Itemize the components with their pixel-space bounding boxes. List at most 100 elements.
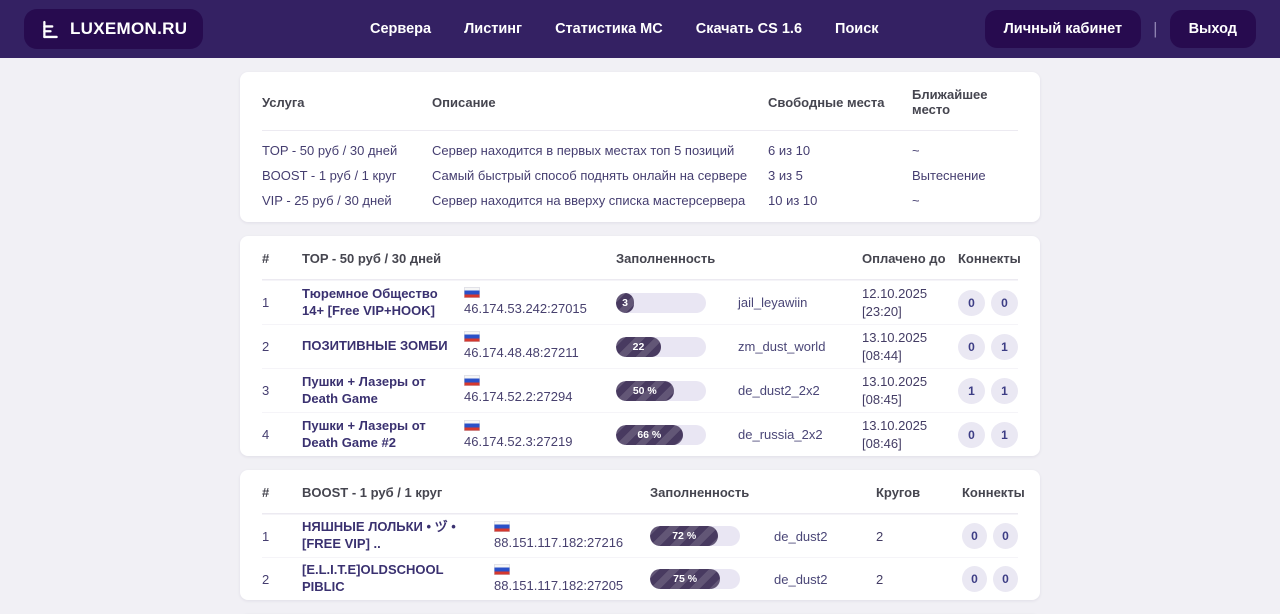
logo[interactable]: LUXEMON.RU bbox=[24, 9, 203, 49]
paid-date: 13.10.2025 bbox=[862, 373, 958, 391]
service-name: BOOST - 1 руб / 1 круг bbox=[262, 168, 432, 183]
server-address: 46.174.52.3:27219 bbox=[464, 420, 616, 451]
server-ip: 46.174.53.242:27015 bbox=[464, 300, 616, 318]
fill-cell: 72 % bbox=[650, 526, 774, 546]
connects-badge: 1 bbox=[958, 378, 985, 404]
connects-badge: 1 bbox=[991, 334, 1018, 360]
service-row-top: TOP - 50 руб / 30 дней Сервер находится … bbox=[262, 138, 1018, 163]
paid-until: 13.10.2025 [08:44] bbox=[862, 329, 958, 364]
current-map: de_dust2 bbox=[774, 572, 876, 587]
logo-icon bbox=[40, 19, 61, 40]
server-address: 88.151.117.182:27216 bbox=[494, 521, 650, 552]
fill-label: 3 bbox=[622, 297, 628, 309]
account-button[interactable]: Личный кабинет bbox=[985, 10, 1142, 48]
col-rounds: Кругов bbox=[876, 485, 962, 500]
topbar-right: Личный кабинет | Выход bbox=[985, 10, 1256, 48]
connects-badge: 0 bbox=[962, 566, 987, 592]
service-row-vip: VIP - 25 руб / 30 дней Сервер находится … bbox=[262, 188, 1018, 213]
server-ip: 46.174.48.48:27211 bbox=[464, 344, 616, 362]
nav-item-servers[interactable]: Сервера bbox=[370, 21, 431, 37]
main-nav: Сервера Листинг Статистика МС Скачать CS… bbox=[370, 0, 879, 58]
russia-flag-icon bbox=[464, 331, 480, 342]
col-free-slots: Свободные места bbox=[768, 95, 912, 110]
rounds-count: 2 bbox=[876, 572, 962, 587]
nav-item-listing[interactable]: Листинг bbox=[464, 21, 522, 37]
service-free-slots: 3 из 5 bbox=[768, 168, 912, 183]
connects-counters: 0 0 bbox=[962, 523, 1018, 549]
fill-cell: 75 % bbox=[650, 569, 774, 589]
rounds-count: 2 bbox=[876, 529, 962, 544]
server-name[interactable]: Тюремное Общество 14+ [Free VIP+HOOK] bbox=[302, 286, 464, 320]
server-name[interactable]: Пушки + Лазеры от Death Game bbox=[302, 374, 464, 408]
row-number: 4 bbox=[262, 427, 302, 442]
server-name[interactable]: ПОЗИТИВНЫЕ ЗОМБИ bbox=[302, 338, 464, 355]
connects-counters: 0 0 bbox=[958, 290, 1018, 316]
server-name[interactable]: НЯШНЫЕ ЛОЛЬКИ • ヅ • [FREE VIP] .. bbox=[302, 519, 494, 553]
col-top-title: TOP - 50 руб / 30 дней bbox=[302, 251, 464, 266]
connects-counters: 0 0 bbox=[962, 566, 1018, 592]
russia-flag-icon bbox=[464, 375, 480, 386]
paid-date: 12.10.2025 bbox=[862, 285, 958, 303]
fill-progress-bar: 72 % bbox=[650, 526, 740, 546]
service-free-slots: 10 из 10 bbox=[768, 193, 912, 208]
row-number: 1 bbox=[262, 529, 302, 544]
service-row-boost: BOOST - 1 руб / 1 круг Самый быстрый спо… bbox=[262, 163, 1018, 188]
server-address: 88.151.117.182:27205 bbox=[494, 564, 650, 595]
connects-counters: 0 1 bbox=[958, 334, 1018, 360]
header-divider: | bbox=[1153, 19, 1157, 39]
fill-progress-value: 3 bbox=[616, 293, 634, 313]
fill-progress-value: 50 % bbox=[616, 381, 674, 401]
russia-flag-icon bbox=[494, 521, 510, 532]
nav-item-download-cs[interactable]: Скачать CS 1.6 bbox=[696, 21, 802, 37]
boost-servers-card: # BOOST - 1 руб / 1 круг Заполненность К… bbox=[240, 470, 1040, 600]
fill-cell: 3 bbox=[616, 293, 738, 313]
connects-badge: 0 bbox=[991, 290, 1018, 316]
main-content: Услуга Описание Свободные места Ближайше… bbox=[240, 72, 1040, 614]
service-nearest-slot: Вытеснение bbox=[912, 168, 1018, 183]
boost-table-header: # BOOST - 1 руб / 1 круг Заполненность К… bbox=[262, 470, 1018, 514]
services-pricing-card: Услуга Описание Свободные места Ближайше… bbox=[240, 72, 1040, 222]
boost-server-row: 1 НЯШНЫЕ ЛОЛЬКИ • ヅ • [FREE VIP] .. 88.1… bbox=[262, 514, 1018, 557]
fill-label: 66 % bbox=[637, 429, 661, 441]
russia-flag-icon bbox=[494, 564, 510, 575]
service-name: TOP - 50 руб / 30 дней bbox=[262, 143, 432, 158]
fill-label: 72 % bbox=[672, 530, 696, 542]
col-nearest-slot: Ближайшее место bbox=[912, 87, 1018, 117]
fill-cell: 66 % bbox=[616, 425, 738, 445]
server-name[interactable]: Пушки + Лазеры от Death Game #2 bbox=[302, 418, 464, 452]
nav-item-ms-stats[interactable]: Статистика МС bbox=[555, 21, 663, 37]
row-number: 2 bbox=[262, 572, 302, 587]
row-number: 1 bbox=[262, 295, 302, 310]
fill-progress-bar: 3 bbox=[616, 293, 706, 313]
nav-item-search[interactable]: Поиск bbox=[835, 21, 879, 37]
row-number: 3 bbox=[262, 383, 302, 398]
services-table-header: Услуга Описание Свободные места Ближайше… bbox=[262, 72, 1018, 131]
col-number: # bbox=[262, 251, 302, 266]
service-description: Сервер находится в первых местах топ 5 п… bbox=[432, 143, 768, 158]
connects-badge: 0 bbox=[993, 566, 1018, 592]
col-fill: Заполненность bbox=[616, 251, 738, 266]
server-ip: 46.174.52.2:27294 bbox=[464, 388, 616, 406]
fill-cell: 50 % bbox=[616, 381, 738, 401]
fill-progress-value: 75 % bbox=[650, 569, 720, 589]
server-address: 46.174.53.242:27015 bbox=[464, 287, 616, 318]
top-navigation-bar: LUXEMON.RU Сервера Листинг Статистика МС… bbox=[0, 0, 1280, 58]
server-name[interactable]: [E.L.I.T.E]OLDSCHOOL PIBLIC bbox=[302, 562, 494, 596]
connects-badge: 1 bbox=[991, 422, 1018, 448]
fill-progress-value: 66 % bbox=[616, 425, 683, 445]
paid-time: [08:44] bbox=[862, 347, 958, 365]
server-ip: 88.151.117.182:27216 bbox=[494, 534, 650, 552]
col-connects: Коннекты bbox=[962, 485, 1018, 500]
paid-until: 12.10.2025 [23:20] bbox=[862, 285, 958, 320]
col-description: Описание bbox=[432, 95, 768, 110]
fill-cell: 22 bbox=[616, 337, 738, 357]
top-servers-card: # TOP - 50 руб / 30 дней Заполненность О… bbox=[240, 236, 1040, 456]
col-connects: Коннекты bbox=[958, 251, 1018, 266]
service-name: VIP - 25 руб / 30 дней bbox=[262, 193, 432, 208]
top-server-row: 1 Тюремное Общество 14+ [Free VIP+HOOK] … bbox=[262, 280, 1018, 324]
russia-flag-icon bbox=[464, 287, 480, 298]
service-free-slots: 6 из 10 bbox=[768, 143, 912, 158]
col-fill: Заполненность bbox=[650, 485, 774, 500]
logout-button[interactable]: Выход bbox=[1170, 10, 1256, 48]
paid-until: 13.10.2025 [08:46] bbox=[862, 417, 958, 452]
